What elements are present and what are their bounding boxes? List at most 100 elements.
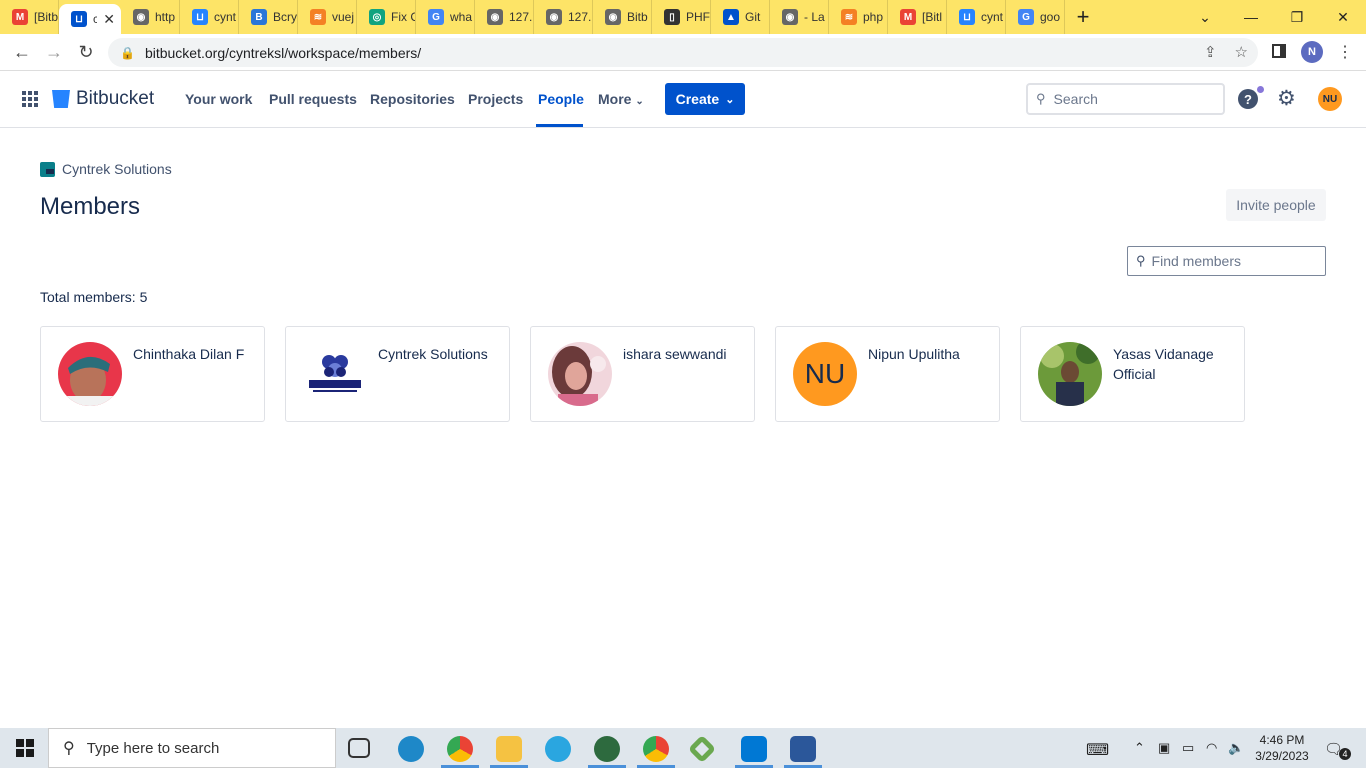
tab-title: - La (804, 10, 825, 24)
browser-tab[interactable]: M [Bitb (0, 0, 59, 34)
user-avatar[interactable]: NU (1318, 87, 1342, 111)
search-input[interactable]: ⚲ Search (1026, 83, 1225, 115)
search-icon: ⚲ (63, 740, 75, 757)
windows-start-icon[interactable] (16, 739, 34, 757)
member-name[interactable]: Cyntrek Solutions (378, 344, 498, 364)
browser-tab[interactable]: Gwha (416, 0, 475, 34)
nav-pull-requests[interactable]: Pull requests (269, 91, 357, 107)
meet-icon[interactable]: ▣ (1158, 740, 1170, 756)
browser-tab[interactable]: ⊔ cynt (947, 0, 1006, 34)
clock-time: 4:46 PM (1259, 733, 1305, 747)
member-name[interactable]: ishara sewwandi (623, 344, 743, 364)
app-switcher-icon[interactable] (22, 91, 38, 107)
browser-tab[interactable]: ⊔ cyn ✕ (59, 4, 121, 34)
tab-favicon-icon: M (12, 9, 28, 25)
browser-tab[interactable]: ≋ php (829, 0, 888, 34)
wifi-icon[interactable]: ◠ (1206, 740, 1217, 756)
file-explorer-icon[interactable] (496, 736, 522, 762)
bitbucket-logo[interactable]: Bitbucket (52, 88, 154, 110)
nav-more[interactable]: More ⌄ (598, 91, 644, 107)
invite-people-button[interactable]: Invite people (1226, 189, 1326, 221)
minimize-button[interactable]: — (1228, 0, 1274, 34)
keyboard-icon[interactable]: ⌨ (1086, 740, 1109, 760)
chrome-profile-icon[interactable] (643, 736, 669, 762)
app-icon[interactable] (545, 736, 571, 762)
system-clock[interactable]: 4:46 PM 3/29/2023 (1252, 732, 1312, 764)
create-button[interactable]: Create ⌄ (665, 83, 745, 115)
member-card[interactable]: NU Nipun Upulitha (775, 326, 1000, 422)
browser-tab[interactable]: B Bcry (239, 0, 298, 34)
tab-title: cyn (93, 12, 98, 26)
sourcetree-icon[interactable] (687, 734, 717, 764)
share-icon[interactable]: ⇪ (1204, 43, 1217, 61)
find-members-placeholder: Find members (1151, 253, 1241, 269)
new-tab-button[interactable]: + (1065, 0, 1101, 34)
chevron-down-icon: ⌄ (635, 96, 644, 107)
breadcrumb[interactable]: Cyntrek Solutions (40, 161, 172, 177)
browser-tab[interactable]: ≋ vuej (298, 0, 357, 34)
browser-tab[interactable]: ◉ Bitb (593, 0, 652, 34)
nav-projects[interactable]: Projects (468, 91, 523, 107)
browser-toolbar: ← → ↻ 🔒 bitbucket.org/cyntreksl/workspac… (0, 34, 1366, 71)
browser-profile-avatar[interactable]: N (1301, 41, 1323, 63)
search-placeholder: Search (1053, 91, 1098, 107)
volume-icon[interactable]: 🔈 (1228, 740, 1244, 756)
restore-button[interactable]: ❐ (1274, 0, 1320, 34)
browser-tab[interactable]: ◉ http (121, 0, 180, 34)
browser-tab[interactable]: ▯ PHF (652, 0, 711, 34)
find-members-input[interactable]: ⚲ Find members (1127, 246, 1326, 276)
member-card[interactable]: ishara sewwandi (530, 326, 755, 422)
close-tab-icon[interactable]: ✕ (103, 11, 115, 28)
taskbar-search-input[interactable]: ⚲ Type here to search (48, 728, 336, 768)
browser-tab[interactable]: ▲ Git (711, 0, 770, 34)
bookmark-star-icon[interactable]: ☆ (1235, 43, 1248, 61)
breadcrumb-workspace[interactable]: Cyntrek Solutions (62, 161, 172, 177)
word-icon[interactable] (790, 736, 816, 762)
chrome-icon[interactable] (447, 736, 473, 762)
heidisql-icon[interactable] (594, 736, 620, 762)
browser-tab[interactable]: M [Bitl (888, 0, 947, 34)
forward-icon[interactable]: → (38, 36, 70, 68)
tab-favicon-icon: ◉ (546, 9, 562, 25)
browser-menu-icon[interactable]: ⋮ (1337, 42, 1353, 62)
browser-tab[interactable]: ◎ Fix C (357, 0, 416, 34)
member-name[interactable]: Nipun Upulitha (868, 344, 988, 364)
browser-tab[interactable]: ◉ 127. (534, 0, 593, 34)
member-card[interactable]: Chinthaka Dilan F (40, 326, 265, 422)
tab-title: 127. (568, 10, 592, 24)
help-icon[interactable]: ? (1238, 89, 1258, 109)
browser-tab[interactable]: ⊔ cynt (180, 0, 239, 34)
nav-repositories[interactable]: Repositories (370, 91, 455, 107)
windows-taskbar: ⚲ Type here to search ⌨ ⌃ ▣ ▭ ◠ 🔈 4:46 P… (0, 728, 1366, 768)
tab-title: php (863, 10, 884, 24)
tab-search-icon[interactable]: ⌄ (1182, 0, 1228, 34)
reload-icon[interactable]: ↻ (70, 36, 102, 68)
bitbucket-logo-icon (52, 90, 70, 108)
edge-icon[interactable] (398, 736, 424, 762)
member-card[interactable]: Cyntrek Solutions (285, 326, 510, 422)
address-bar[interactable]: 🔒 bitbucket.org/cyntreksl/workspace/memb… (108, 38, 1258, 67)
tab-title: wha (450, 10, 473, 24)
member-name[interactable]: Chinthaka Dilan F (133, 344, 253, 364)
nav-your-work[interactable]: Your work (185, 91, 252, 107)
close-window-button[interactable]: ✕ (1320, 0, 1366, 34)
taskbar-search-placeholder: Type here to search (86, 739, 220, 757)
tab-title: Bitb (627, 10, 648, 24)
brand-name: Bitbucket (76, 88, 155, 109)
gear-icon[interactable]: ⚙ (1277, 86, 1296, 111)
browser-tab[interactable]: Ggoo (1006, 0, 1065, 34)
back-icon[interactable]: ← (6, 36, 38, 68)
battery-icon[interactable]: ▭ (1182, 740, 1194, 756)
side-panel-icon[interactable] (1272, 44, 1286, 58)
member-avatar (303, 342, 367, 406)
vscode-icon[interactable] (741, 736, 767, 762)
browser-tab[interactable]: ◉ - La (770, 0, 829, 34)
browser-tab[interactable]: ◉ 127. (475, 0, 534, 34)
chevron-up-icon[interactable]: ⌃ (1134, 740, 1145, 756)
task-view-icon[interactable] (348, 738, 370, 758)
member-name[interactable]: Yasas Vidanage Official (1113, 344, 1233, 384)
member-card[interactable]: Yasas Vidanage Official (1020, 326, 1245, 422)
browser-tabstrip: M[Bitb⊔cyn✕◉http⊔cyntBBcry≋vuej◎Fix CGwh… (0, 0, 1366, 34)
nav-people[interactable]: People (538, 91, 584, 107)
tab-favicon-icon: M (900, 9, 916, 25)
